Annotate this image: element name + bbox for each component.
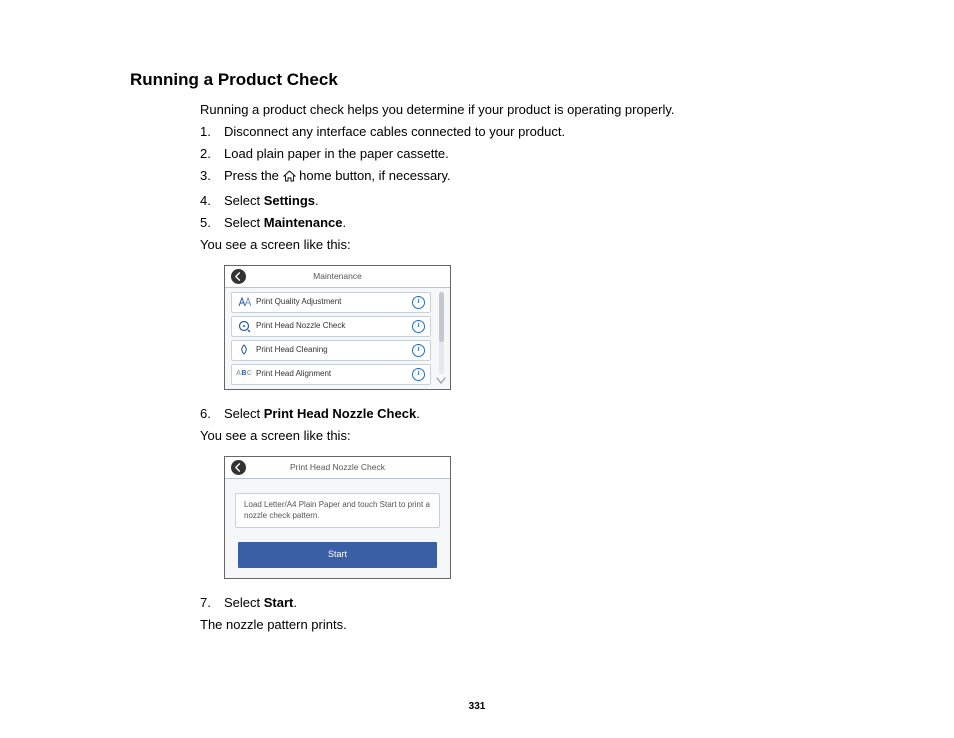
screen-title: Print Head Nozzle Check (246, 461, 444, 474)
info-icon[interactable]: i (412, 368, 425, 381)
maintenance-menu: Print Quality Adjustment i Print Head No… (231, 292, 431, 385)
steps-list: 1. Disconnect any interface cables conne… (200, 122, 844, 233)
info-icon[interactable]: i (412, 296, 425, 309)
steps-list: 7. Select Start. (200, 593, 844, 613)
step-6: 6. Select Print Head Nozzle Check. (200, 404, 844, 424)
screen-header: Print Head Nozzle Check (225, 457, 450, 479)
screen-title: Maintenance (246, 270, 444, 283)
quality-icon (237, 296, 251, 308)
menu-label: Print Quality Adjustment (256, 296, 412, 308)
chevron-down-icon (436, 377, 446, 385)
menu-item-print-quality[interactable]: Print Quality Adjustment i (231, 292, 431, 313)
step-3-text: Press the home button, if necessary. (224, 166, 844, 188)
step-5-text: Select Maintenance. (224, 213, 844, 233)
step-1: 1. Disconnect any interface cables conne… (200, 122, 844, 142)
info-icon[interactable]: i (412, 344, 425, 357)
back-icon[interactable] (231, 460, 246, 475)
step-4: 4. Select Settings. (200, 191, 844, 211)
alignment-icon: ABC (237, 368, 251, 380)
nozzle-check-screen: Print Head Nozzle Check Load Letter/A4 P… (224, 456, 451, 579)
intro-text: Running a product check helps you determ… (200, 100, 844, 120)
step-7-text: Select Start. (224, 593, 844, 613)
step-1-text: Disconnect any interface cables connecte… (224, 122, 844, 142)
menu-label: Print Head Nozzle Check (256, 320, 412, 332)
step-6-text: Select Print Head Nozzle Check. (224, 404, 844, 424)
step-4-text: Select Settings. (224, 191, 844, 211)
nozzle-message: Load Letter/A4 Plain Paper and touch Sta… (235, 493, 440, 528)
step-3: 3. Press the home button, if necessary. (200, 166, 844, 188)
page-number: 331 (0, 701, 954, 712)
menu-item-nozzle-check[interactable]: Print Head Nozzle Check i (231, 316, 431, 337)
step-7: 7. Select Start. (200, 593, 844, 613)
info-icon[interactable]: i (412, 320, 425, 333)
step-7-subtext: The nozzle pattern prints. (200, 615, 844, 635)
step-2-text: Load plain paper in the paper cassette. (224, 144, 844, 164)
steps-list: 6. Select Print Head Nozzle Check. (200, 404, 844, 424)
home-icon (283, 168, 296, 188)
page-heading: Running a Product Check (130, 70, 844, 90)
scrollbar[interactable] (435, 292, 447, 385)
step-5-subtext: You see a screen like this: (200, 235, 844, 255)
start-button[interactable]: Start (238, 542, 437, 568)
back-icon[interactable] (231, 269, 246, 284)
menu-item-cleaning[interactable]: Print Head Cleaning i (231, 340, 431, 361)
step-2: 2. Load plain paper in the paper cassett… (200, 144, 844, 164)
menu-label: Print Head Cleaning (256, 344, 412, 356)
cleaning-icon (237, 344, 251, 356)
step-6-subtext: You see a screen like this: (200, 426, 844, 446)
step-5: 5. Select Maintenance. (200, 213, 844, 233)
menu-label: Print Head Alignment (256, 368, 412, 380)
screen-header: Maintenance (225, 266, 450, 288)
nozzle-icon (237, 320, 251, 332)
menu-item-alignment[interactable]: ABC Print Head Alignment i (231, 364, 431, 385)
maintenance-screen: Maintenance Print Quality Adjustment i P… (224, 265, 451, 390)
